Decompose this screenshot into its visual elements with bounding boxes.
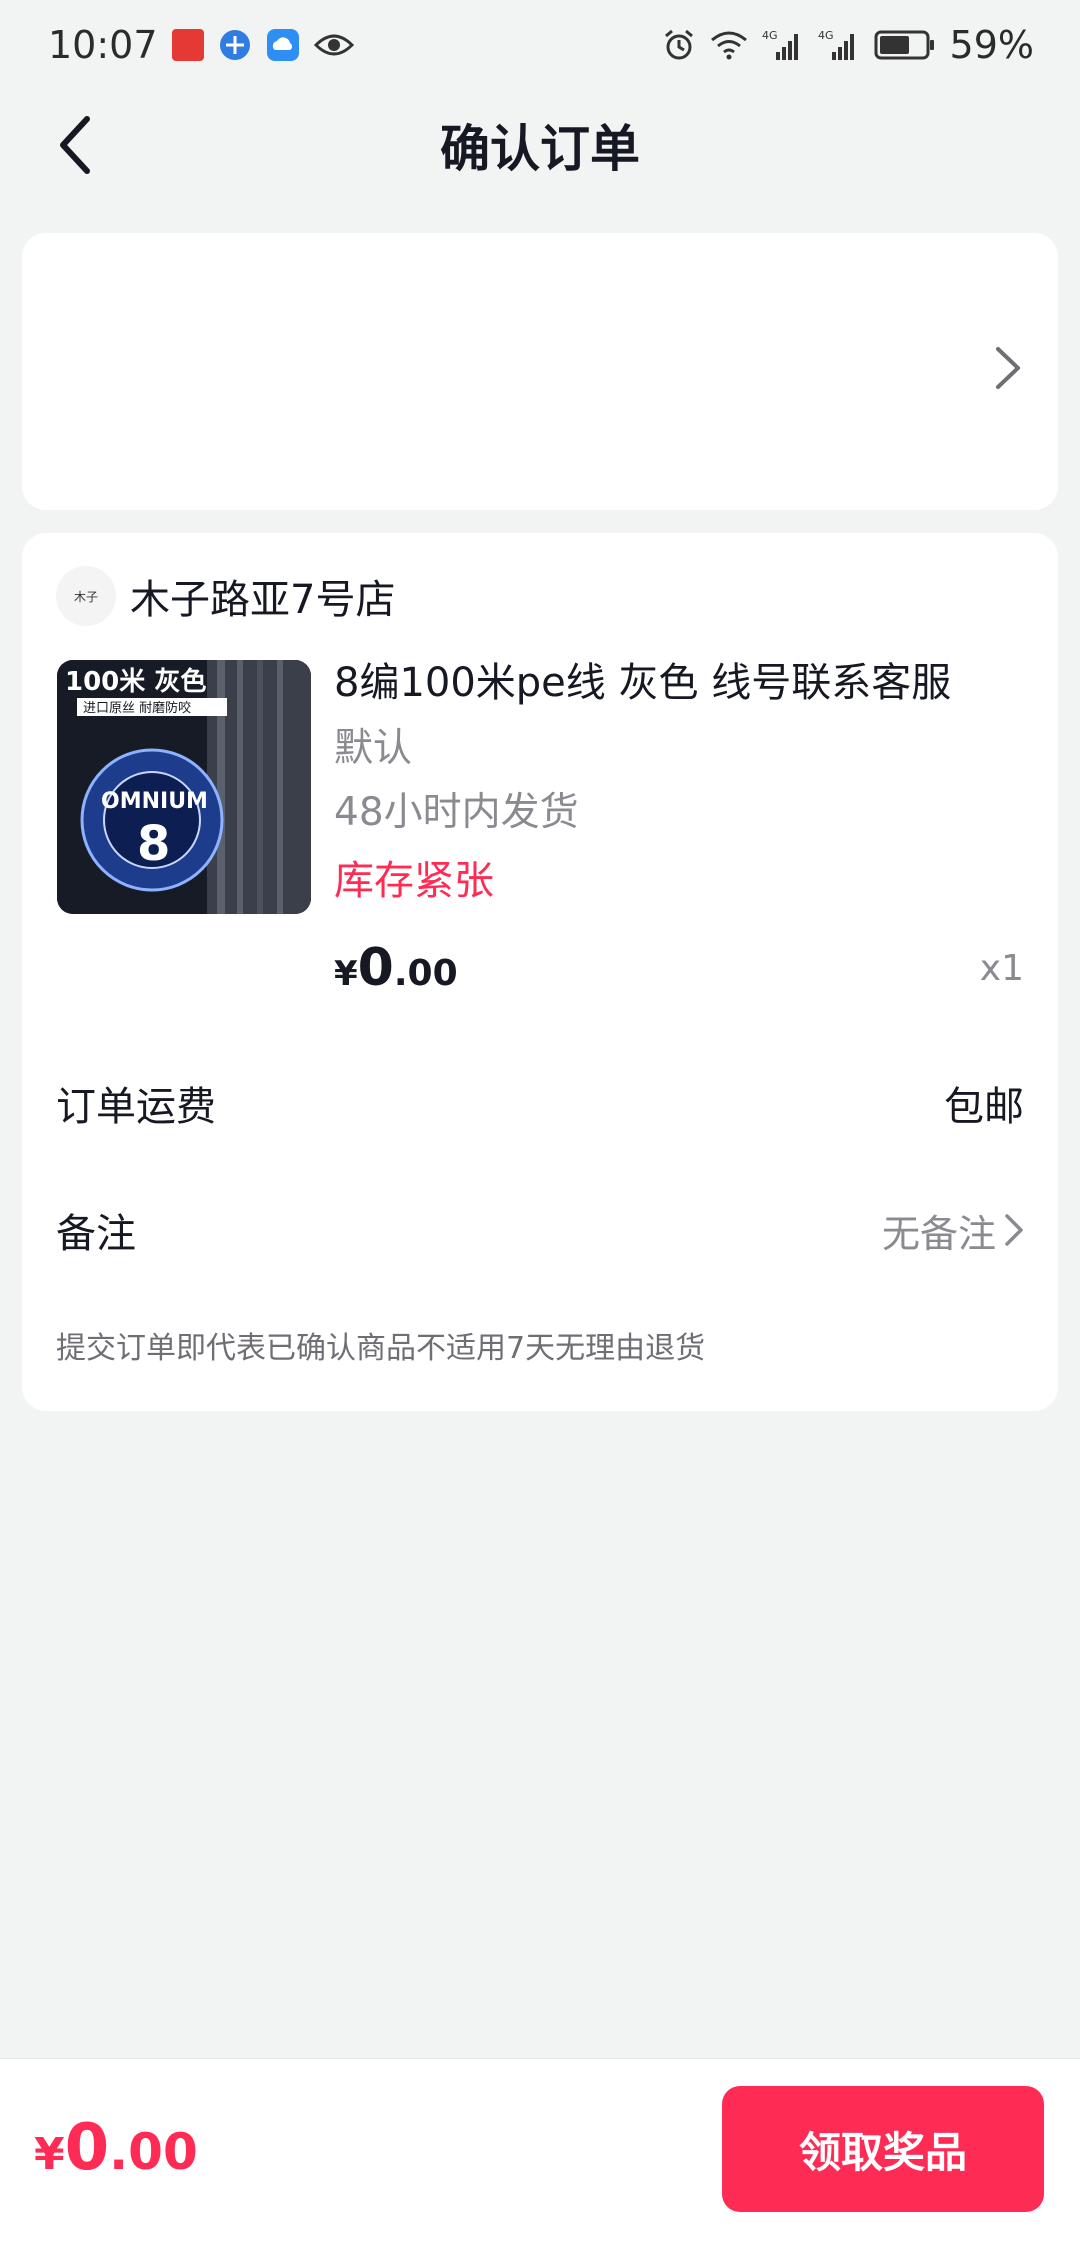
total-integer: 0 bbox=[64, 2111, 110, 2185]
order-card: 木子 木子路亚7号店 100米 灰色 进口原丝 耐磨防咬 OMNIUM 8 8编… bbox=[22, 533, 1058, 1411]
image-number: 8 bbox=[137, 816, 170, 872]
signal-icon-2: 4G bbox=[818, 28, 860, 62]
shop-name: 木子路亚7号店 bbox=[130, 577, 396, 623]
wifi-icon bbox=[710, 30, 748, 60]
product-info: 8编100米pe线 灰色 线号联系客服 默认 48小时内发货 库存紧张 bbox=[334, 655, 1024, 909]
image-label-sub: 进口原丝 耐磨防咬 bbox=[83, 700, 191, 716]
note-value: 无备注 bbox=[881, 1211, 996, 1256]
signal-icon-1: 4G bbox=[762, 28, 804, 62]
note-row[interactable]: 备注 无备注 bbox=[56, 1195, 1024, 1265]
claim-prize-button[interactable]: 领取奖品 bbox=[722, 2086, 1044, 2212]
shop-logo: 木子 bbox=[56, 566, 116, 626]
chevron-left-icon bbox=[60, 116, 90, 174]
image-label-top: 100米 灰色 bbox=[65, 666, 206, 697]
product-quantity: x1 bbox=[979, 947, 1024, 989]
battery-percent: 59% bbox=[949, 23, 1034, 67]
shop-logo-text: 木子 bbox=[73, 589, 98, 604]
app-notification-icon bbox=[171, 29, 204, 61]
bottom-bar: ¥0.00 领取奖品 bbox=[0, 2058, 1080, 2244]
nav-bar: 确认订单 bbox=[0, 90, 1080, 200]
total-decimal: .00 bbox=[109, 2123, 198, 2181]
address-card[interactable] bbox=[22, 233, 1058, 510]
freight-row: 订单运费 包邮 bbox=[56, 1068, 1024, 1138]
note-label: 备注 bbox=[56, 1211, 136, 1257]
back-button[interactable] bbox=[44, 112, 110, 178]
note-value-wrap: 无备注 bbox=[882, 1203, 1024, 1258]
cloud-notification-icon bbox=[266, 28, 300, 62]
return-policy-disclaimer: 提交订单即代表已确认商品不适用7天无理由退货 bbox=[56, 1331, 706, 1366]
chevron-right-icon bbox=[1005, 1214, 1023, 1246]
svg-text:4G: 4G bbox=[818, 29, 834, 42]
product-shipping-time: 48小时内发货 bbox=[334, 790, 579, 835]
battery-icon bbox=[874, 29, 936, 61]
shop-row[interactable]: 木子 木子路亚7号店 bbox=[56, 565, 395, 627]
product-thumbnail: 100米 灰色 进口原丝 耐磨防咬 OMNIUM 8 bbox=[57, 660, 311, 914]
eye-icon bbox=[313, 31, 354, 59]
price-integer: 0 bbox=[357, 938, 394, 998]
price-decimal: .00 bbox=[393, 953, 458, 994]
status-bar: 10:07 4G 4G 59% bbox=[0, 0, 1080, 90]
freight-value: 包邮 bbox=[944, 1084, 1024, 1130]
product-title: 8编100米pe线 灰色 线号联系客服 bbox=[334, 660, 952, 706]
product-price-row: ¥0.00 x1 bbox=[334, 933, 1024, 1003]
status-bar-right: 4G 4G 59% bbox=[662, 23, 1034, 67]
freight-label: 订单运费 bbox=[56, 1084, 216, 1130]
svg-text:4G: 4G bbox=[762, 29, 778, 42]
chevron-right-icon bbox=[996, 347, 1020, 389]
product-price: ¥0.00 bbox=[334, 938, 458, 998]
total-currency: ¥ bbox=[34, 2129, 65, 2180]
product-sku: 默认 bbox=[334, 726, 413, 771]
alarm-icon bbox=[662, 28, 696, 62]
price-currency: ¥ bbox=[334, 954, 358, 994]
status-bar-left: 10:07 bbox=[48, 23, 354, 67]
product-image[interactable]: 100米 灰色 进口原丝 耐磨防咬 OMNIUM 8 bbox=[57, 660, 311, 914]
total-price: ¥0.00 bbox=[34, 2111, 198, 2185]
image-brand: OMNIUM bbox=[101, 789, 208, 814]
browser-notification-icon bbox=[218, 28, 252, 62]
clock: 10:07 bbox=[48, 23, 158, 67]
stock-warning: 库存紧张 bbox=[334, 858, 494, 904]
page-title: 确认订单 bbox=[440, 120, 640, 178]
